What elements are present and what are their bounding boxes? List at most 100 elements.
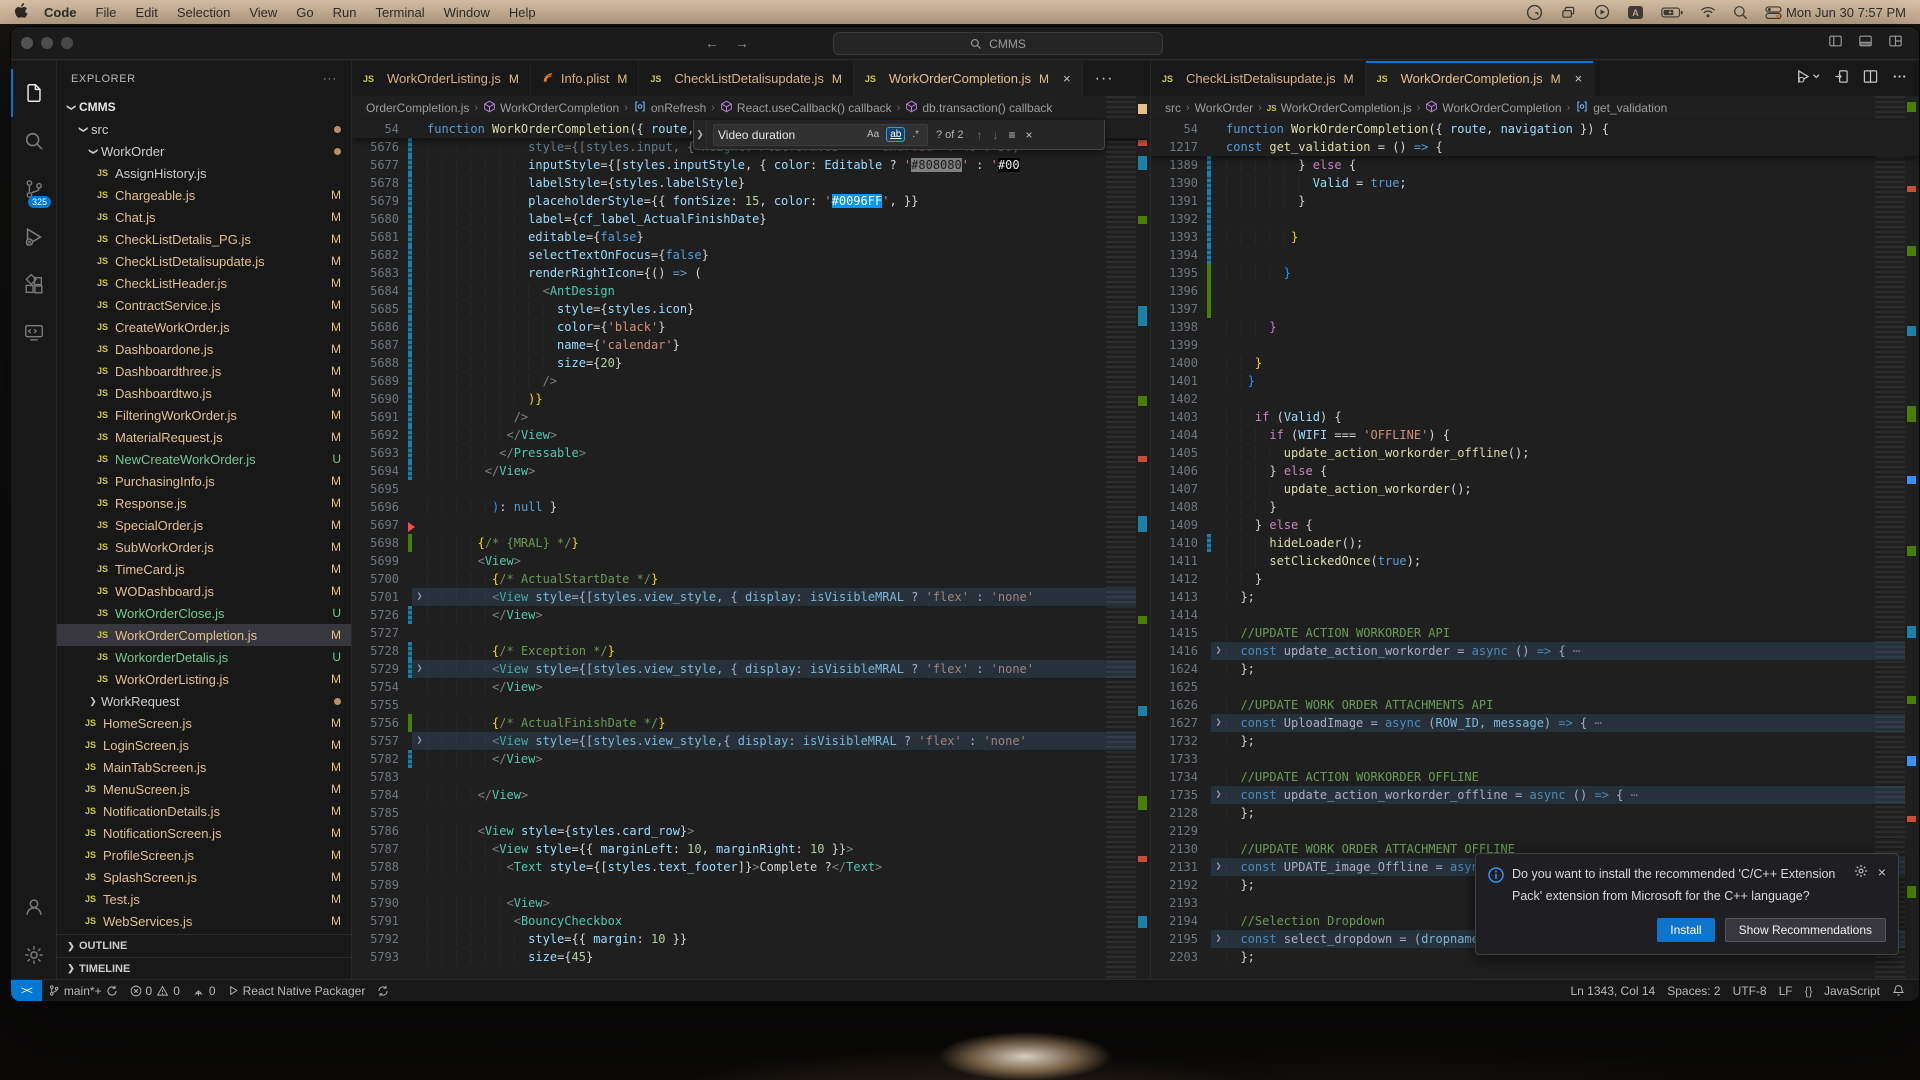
explorer-item-src[interactable]: ❮src [57, 118, 351, 140]
code-line[interactable]: 1407 update_action_workorder(); [1151, 480, 1919, 498]
git-branch-item[interactable]: main*+ [42, 980, 124, 1001]
explorer-item-workorderlisting-js[interactable]: JSWorkOrderListing.jsM [57, 668, 351, 690]
previous-match-icon[interactable]: ↑ [972, 128, 988, 142]
menu-item-view[interactable]: View [249, 5, 277, 20]
code-line[interactable]: 5782 </View> [352, 750, 1150, 768]
battery-icon[interactable] [1661, 7, 1683, 18]
code-line[interactable]: 5699 <View> [352, 552, 1150, 570]
breadcrumb-item-onrefresh[interactable]: onRefresh [633, 100, 706, 116]
menu-item-help[interactable]: Help [509, 5, 536, 20]
activity-bar-explorer[interactable] [11, 69, 56, 117]
code-line[interactable]: 5687 name={'calendar'} [352, 336, 1150, 354]
code-line[interactable]: 2128 }; [1151, 804, 1919, 822]
code-line[interactable]: 5680 label={cf_label_ActualFinishDate} [352, 210, 1150, 228]
activity-bar-remote-explorer[interactable] [11, 309, 56, 357]
code-line[interactable]: 1624 }; [1151, 660, 1919, 678]
navigate-forward-icon[interactable]: → [735, 35, 749, 51]
tab-workordercompletion-js[interactable]: JSWorkOrderCompletion.jsM× [1366, 61, 1595, 96]
code-line[interactable]: 1409 } else { [1151, 516, 1919, 534]
code-line[interactable]: 1397 [1151, 300, 1919, 318]
split-editor-icon[interactable] [1863, 69, 1878, 89]
explorer-item-profilescreen-js[interactable]: JSProfileScreen.jsM [57, 844, 351, 866]
tab-info-plist[interactable]: Info.plistM [531, 61, 639, 96]
code-line[interactable]: 1732 }; [1151, 732, 1919, 750]
explorer-item-homescreen-js[interactable]: JSHomeScreen.jsM [57, 712, 351, 734]
code-line[interactable]: 1735❯ const update_action_workorder_offl… [1151, 786, 1919, 804]
code-line[interactable]: 1392 [1151, 210, 1919, 228]
breadcrumb-item-db-transaction-callback[interactable]: db.transaction() callback [905, 100, 1052, 116]
apple-icon[interactable] [14, 3, 28, 22]
explorer-item-checklistheader-js[interactable]: JSCheckListHeader.jsM [57, 272, 351, 294]
menu-item-edit[interactable]: Edit [135, 5, 157, 20]
code-line[interactable]: 5679 placeholderStyle={{ fontSize: 15, c… [352, 192, 1150, 210]
code-line[interactable]: 5681 editable={false} [352, 228, 1150, 246]
code-editor-left[interactable]: 5676 style={[styles.input, { height: Pla… [352, 138, 1150, 966]
menu-item-code[interactable]: Code [44, 5, 77, 20]
eol[interactable]: LF [1773, 984, 1799, 998]
fold-chevron-icon[interactable]: ❯ [1211, 930, 1226, 948]
breadcrumb-item-workordercompletion[interactable]: WorkOrderCompletion [483, 100, 619, 116]
code-line[interactable]: 5791 <BouncyCheckbox [352, 912, 1150, 930]
section-timeline[interactable]: ❯TIMELINE [57, 957, 351, 979]
sticky-line[interactable]: 1217 const get_validation = () => { [1151, 138, 1919, 156]
explorer-item-filteringworkorder-js[interactable]: JSFilteringWorkOrder.jsM [57, 404, 351, 426]
code-line[interactable]: 5693 </Pressable> [352, 444, 1150, 462]
toggle-panel-icon[interactable] [1858, 34, 1873, 53]
code-line[interactable]: 5701❯ <View style={[styles.view_style, {… [352, 588, 1150, 606]
fold-chevron-icon[interactable]: ❯ [1211, 714, 1226, 732]
code-line[interactable]: 5729❯ <View style={[styles.view_style, {… [352, 660, 1150, 678]
code-line[interactable]: 5686 color={'black'} [352, 318, 1150, 336]
menu-item-go[interactable]: Go [296, 5, 313, 20]
explorer-item-test-js[interactable]: JSTest.jsM [57, 888, 351, 910]
explorer-item-checklistdetalis-pg-js[interactable]: JSCheckListDetalis_PG.jsM [57, 228, 351, 250]
explorer-item-notificationdetails-js[interactable]: JSNotificationDetails.jsM [57, 800, 351, 822]
code-line[interactable]: 5790 <View> [352, 894, 1150, 912]
code-line[interactable]: 1408 } [1151, 498, 1919, 516]
menu-item-run[interactable]: Run [333, 5, 357, 20]
explorer-item-chargeable-js[interactable]: JSChargeable.jsM [57, 184, 351, 206]
explorer-item-dashboardone-js[interactable]: JSDashboardone.jsM [57, 338, 351, 360]
code-line[interactable]: 2129 [1151, 822, 1919, 840]
code-line[interactable]: 5756 {/* ActualFinishDate */} [352, 714, 1150, 732]
code-line[interactable]: 1398 } [1151, 318, 1919, 336]
explorer-item-maintabscreen-js[interactable]: JSMainTabScreen.jsM [57, 756, 351, 778]
explorer-item-menuscreen-js[interactable]: JSMenuScreen.jsM [57, 778, 351, 800]
code-line[interactable]: 1416❯ const update_action_workorder = as… [1151, 642, 1919, 660]
activity-bar-settings[interactable] [11, 931, 56, 979]
code-line[interactable]: 5755 [352, 696, 1150, 714]
tab-workordercompletion-js[interactable]: JSWorkOrderCompletion.jsM× [854, 61, 1083, 96]
window-stack-icon[interactable] [1560, 5, 1577, 20]
code-line[interactable]: 1402 [1151, 390, 1919, 408]
code-line[interactable]: 1414 [1151, 606, 1919, 624]
code-line[interactable]: 1400 } [1151, 354, 1919, 372]
explorer-item-timecard-js[interactable]: JSTimeCard.jsM [57, 558, 351, 580]
wifi-icon[interactable] [1700, 6, 1716, 18]
breadcrumb-item-ordercompletion-js[interactable]: OrderCompletion.js [366, 101, 469, 115]
minimap-left[interactable] [1106, 96, 1136, 979]
code-line[interactable]: 5695 [352, 480, 1150, 498]
explorer-item-dashboardthree-js[interactable]: JSDashboardthree.jsM [57, 360, 351, 382]
tab-checklistdetalisupdate-js[interactable]: JSCheckListDetalisupdate.jsM [1151, 61, 1366, 96]
fold-chevron-icon[interactable]: ❯ [1211, 786, 1226, 804]
explorer-item-webservices-js[interactable]: JSWebServices.jsM [57, 910, 351, 932]
code-line[interactable]: 1415 //UPDATE ACTION WORKORDER API [1151, 624, 1919, 642]
breadcrumb-item-workorder[interactable]: WorkOrder [1195, 101, 1253, 115]
whole-word-icon[interactable]: ab [886, 127, 905, 142]
code-line[interactable]: 5684 <AntDesign [352, 282, 1150, 300]
code-line[interactable]: 5792 style={{ margin: 10 }} [352, 930, 1150, 948]
breadcrumb-item-workordercompletion-js[interactable]: JSWorkOrderCompletion.js [1267, 101, 1412, 115]
show-recommendations-button[interactable]: Show Recommendations [1725, 918, 1886, 942]
menu-item-file[interactable]: File [96, 5, 117, 20]
minimize-window-button[interactable] [41, 37, 53, 49]
code-line[interactable]: 5786 <View style={styles.card_row}> [352, 822, 1150, 840]
code-line[interactable]: 1390 Valid = true; [1151, 174, 1919, 192]
code-line[interactable]: 5783 [352, 768, 1150, 786]
activity-bar-extensions[interactable] [11, 261, 56, 309]
breadcrumb-item-src[interactable]: src [1165, 101, 1181, 115]
indentation[interactable]: Spaces: 2 [1661, 984, 1726, 998]
code-line[interactable]: 1412 } [1151, 570, 1919, 588]
code-line[interactable]: 5683 renderRightIcon={() => ( [352, 264, 1150, 282]
code-line[interactable]: 5692 </View> [352, 426, 1150, 444]
fold-chevron-icon[interactable]: ❯ [412, 732, 427, 750]
explorer-item-loginscreen-js[interactable]: JSLoginScreen.jsM [57, 734, 351, 756]
